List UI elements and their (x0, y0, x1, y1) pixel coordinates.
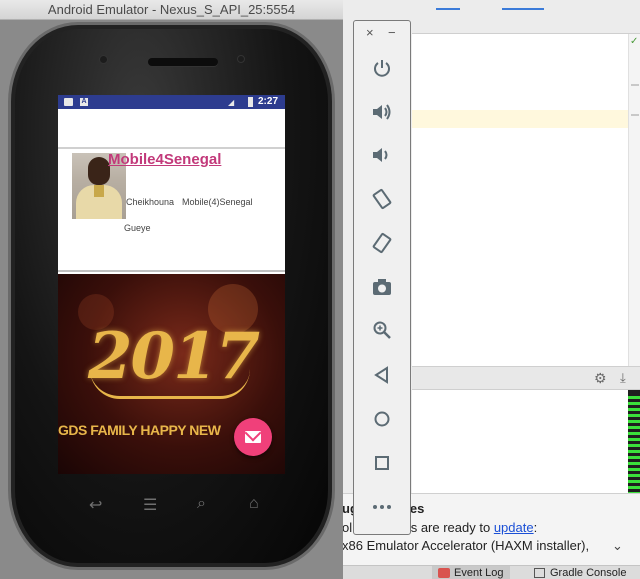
speaker-grille (148, 58, 218, 66)
scroll-marker (631, 84, 639, 86)
gear-icon[interactable]: ⚙ (594, 370, 607, 387)
battery-icon (248, 97, 253, 107)
check-icon: ✓ (630, 36, 639, 47)
ide-toolbar (412, 0, 640, 34)
first-name: Cheikhouna (126, 197, 175, 207)
company-name: Mobile(4)Senegal (182, 197, 253, 207)
rotate-right-icon[interactable] (367, 228, 397, 258)
minimize-icon[interactable]: − (388, 25, 396, 40)
zoom-icon[interactable] (367, 315, 397, 345)
home-icon[interactable] (367, 404, 397, 434)
profile-title-link[interactable]: Mobile4Senegal (108, 151, 221, 168)
profile-card[interactable]: Mobile4Senegal Cheikhouna Mobile(4)Seneg… (58, 151, 285, 272)
desktop: ✓ ⚙ ⤓ ugin Updates olmponents are ready … (0, 0, 640, 579)
ide-toolbar-link[interactable] (502, 8, 544, 10)
rotate-left-icon[interactable] (367, 184, 397, 214)
emulator-title-bar[interactable]: Android Emulator - Nexus_S_API_25:5554 (0, 0, 343, 20)
notification-line-2: x86 Emulator Accelerator (HAXM installer… (342, 538, 590, 553)
console-icon (534, 568, 545, 578)
update-link[interactable]: update (494, 520, 534, 535)
email-fab[interactable] (234, 418, 272, 456)
search-icon[interactable]: ⌕ (197, 495, 206, 513)
ide-toolbar-link[interactable] (436, 8, 460, 10)
home-icon[interactable]: ⌂ (249, 495, 259, 513)
event-log-tab[interactable]: Event Log (432, 566, 510, 579)
log-panel-header: ⚙ ⤓ (412, 366, 640, 390)
sensor-icon (237, 55, 245, 63)
app-bar (58, 109, 285, 149)
signal-icon: ◢ (228, 98, 235, 107)
overview-icon[interactable] (367, 448, 397, 478)
back-icon[interactable]: ↩ (89, 495, 102, 515)
last-name: Gueye (124, 223, 151, 233)
envelope-icon (245, 431, 261, 443)
close-icon[interactable]: × (366, 25, 374, 40)
event-log-icon (438, 568, 450, 578)
volume-down-icon[interactable] (367, 140, 397, 170)
chevron-down-icon[interactable]: ⌄ (612, 538, 623, 554)
android-status-bar: A ◢ 2:27 (58, 95, 285, 109)
emulator-window: Android Emulator - Nexus_S_API_25:5554 ↩… (0, 0, 343, 579)
code-editor[interactable] (412, 34, 628, 366)
power-icon[interactable] (367, 53, 397, 83)
a-notification-icon: A (80, 98, 88, 106)
camera-lens-icon (99, 55, 108, 64)
phone-hardware-buttons: ↩ ☰ ⌕ ⌂ (69, 493, 284, 519)
new-year-banner: 2017 GDS FAMILY HAPPY NEW (58, 274, 285, 474)
image-notification-icon (64, 98, 73, 106)
camera-icon[interactable] (367, 272, 397, 302)
menu-icon[interactable]: ☰ (143, 495, 157, 515)
log-panel (412, 390, 628, 493)
back-icon[interactable] (367, 360, 397, 390)
download-icon[interactable]: ⤓ (620, 370, 626, 386)
more-icon[interactable] (367, 492, 397, 522)
volume-up-icon[interactable] (367, 97, 397, 127)
emulator-toolbar: × − (353, 20, 411, 535)
status-time: 2:27 (258, 96, 279, 107)
editor-scrollbar[interactable]: ✓ (628, 34, 640, 366)
gradle-console-tab[interactable]: Gradle Console (534, 566, 626, 579)
scroll-marker (631, 114, 639, 116)
device-screen[interactable]: A ◢ 2:27 Mobile4Senegal Cheikhouna Mobil… (58, 95, 285, 474)
current-line-highlight (412, 110, 628, 128)
